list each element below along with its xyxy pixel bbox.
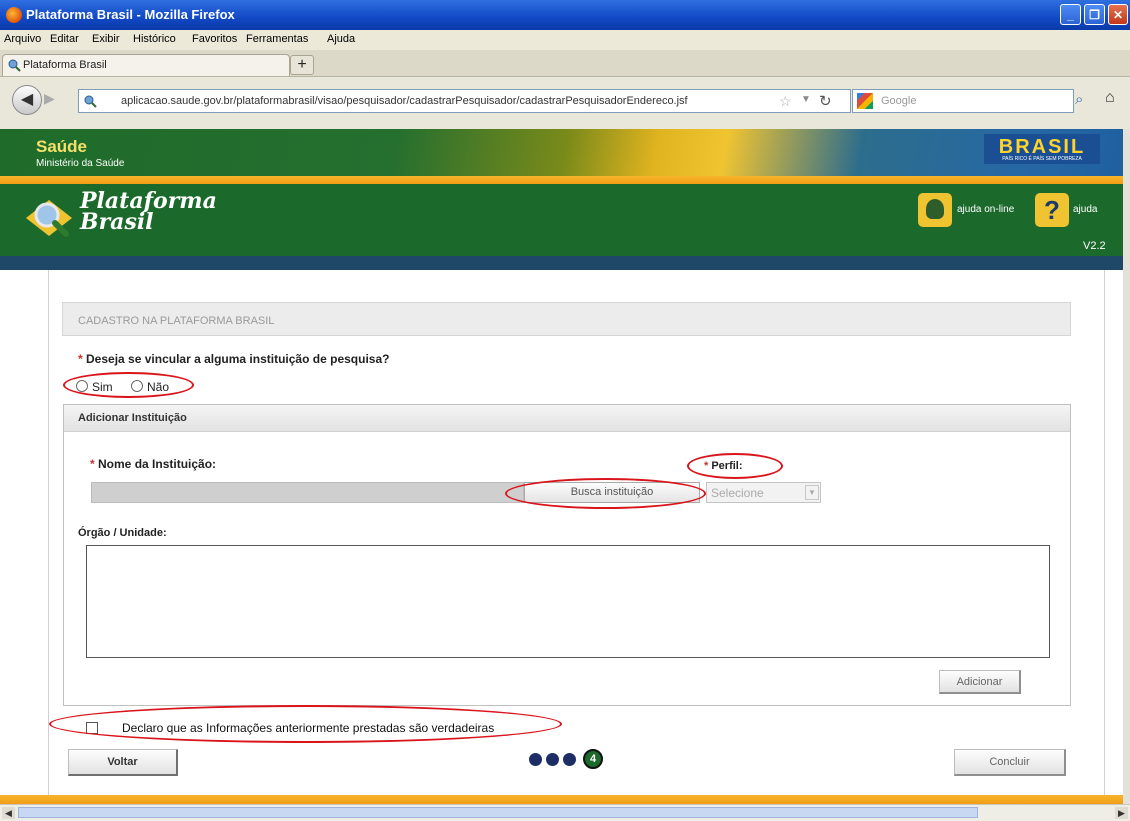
close-button[interactable]: ✕ <box>1108 4 1128 25</box>
help-online-link[interactable]: ajuda on-line <box>918 193 1028 229</box>
annotation-ellipse-busca <box>505 478 706 509</box>
reload-icon[interactable]: ↻ <box>819 92 832 110</box>
search-placeholder: Google <box>881 95 917 107</box>
step-indicator-2 <box>546 753 559 766</box>
menu-historico[interactable]: Histórico <box>133 33 176 45</box>
search-bar[interactable]: Google <box>852 89 1074 113</box>
annotation-ellipse-radio <box>63 372 194 398</box>
saude-subtitle: Ministério da Saúde <box>36 158 125 169</box>
forward-button[interactable]: ▶ <box>44 90 66 110</box>
search-magnifier-icon[interactable]: ⌕ <box>1075 91 1097 111</box>
scroll-thumb[interactable] <box>18 807 978 818</box>
finish-button[interactable]: Concluir <box>954 749 1066 776</box>
menu-ajuda[interactable]: Ajuda <box>327 33 355 45</box>
help-link[interactable]: ? ajuda <box>1035 193 1130 229</box>
institution-name-field[interactable] <box>91 482 524 503</box>
chevron-down-icon[interactable]: ▼ <box>805 485 819 500</box>
header-divider <box>0 176 1130 184</box>
back-arrow-icon: ◀ <box>20 91 34 108</box>
scroll-right-icon[interactable]: ▶ <box>1115 807 1128 819</box>
site-identity-icon[interactable] <box>83 94 97 108</box>
address-url: aplicacao.saude.gov.br/plataformabrasil/… <box>121 95 688 107</box>
annotation-ellipse-declaration <box>49 705 562 743</box>
saude-title: Saúde <box>36 137 88 156</box>
question-mark-icon[interactable]: ? <box>1035 193 1069 227</box>
ministry-banner: Saúde Ministério da Saúde <box>0 129 1130 176</box>
menu-favoritos[interactable]: Favoritos <box>192 33 237 45</box>
page-heading: CADASTRO NA PLATAFORMA BRASIL <box>78 315 275 327</box>
tab-strip: Plataforma Brasil + <box>0 50 1130 77</box>
maximize-button[interactable]: ❐ <box>1084 4 1105 25</box>
address-bar[interactable]: aplicacao.saude.gov.br/plataformabrasil/… <box>78 89 851 113</box>
forward-arrow-icon: ▶ <box>44 90 55 106</box>
panel-title: Adicionar Instituição <box>78 412 187 424</box>
orgao-unidade-textarea[interactable] <box>86 545 1050 658</box>
step-indicator-current: 4 <box>583 749 603 769</box>
version-label: V2.2 <box>1083 240 1106 252</box>
required-marker: * <box>90 457 95 471</box>
header-bottom-bar <box>0 256 1130 270</box>
horizontal-scrollbar[interactable]: ◀ ▶ <box>0 804 1130 821</box>
logo-line-2: Brasil <box>80 209 154 235</box>
vertical-scrollbar[interactable] <box>1123 129 1130 804</box>
window-titlebar: Plataforma Brasil - Mozilla Firefox _ ❐ … <box>0 0 1130 30</box>
page-heading-bar: CADASTRO NA PLATAFORMA BRASIL <box>62 302 1071 336</box>
menu-editar[interactable]: Editar <box>50 33 79 45</box>
panel-header: Adicionar Instituição <box>64 405 1070 432</box>
add-button[interactable]: Adicionar <box>939 670 1021 694</box>
annotation-ellipse-perfil <box>687 453 783 479</box>
help-online-label[interactable]: ajuda on-line <box>957 204 1014 215</box>
site-favicon-icon <box>8 59 21 72</box>
back-button[interactable]: ◀ <box>12 85 42 115</box>
orgao-unidade-label: Órgão / Unidade: <box>78 527 167 539</box>
chat-support-icon[interactable] <box>918 193 952 227</box>
help-label[interactable]: ajuda <box>1073 204 1097 215</box>
menu-ferramentas[interactable]: Ferramentas <box>246 33 308 45</box>
plataforma-brasil-logo: Plataforma Brasil <box>80 190 217 235</box>
tab-plataforma-brasil[interactable]: Plataforma Brasil <box>2 54 290 76</box>
vincular-question: * Deseja se vincular a alguma instituiçã… <box>78 352 389 366</box>
perfil-select[interactable]: Selecione ▼ <box>706 482 821 503</box>
menu-arquivo[interactable]: Arquivo <box>4 33 41 45</box>
tab-label: Plataforma Brasil <box>23 59 107 71</box>
firefox-icon <box>6 7 22 23</box>
minimize-button[interactable]: _ <box>1060 4 1081 25</box>
home-icon[interactable]: ⌂ <box>1105 89 1127 111</box>
history-dropdown-icon[interactable]: ▼ <box>801 94 811 105</box>
navigation-bar: ◀ ▶ aplicacao.saude.gov.br/plataformabra… <box>0 77 1130 129</box>
window-title: Plataforma Brasil - Mozilla Firefox <box>26 7 235 22</box>
required-marker: * <box>78 352 83 366</box>
scroll-left-icon[interactable]: ◀ <box>2 807 15 819</box>
back-form-button[interactable]: Voltar <box>68 749 178 776</box>
bookmark-star-icon[interactable]: ☆ <box>779 93 792 110</box>
menubar: Arquivo Editar Exibir Histórico Favorito… <box>0 30 1130 50</box>
institution-name-label: * Nome da Instituição: <box>90 457 216 471</box>
menu-exibir[interactable]: Exibir <box>92 33 120 45</box>
plataforma-brasil-logo-icon <box>26 200 72 237</box>
brasil-slogan: PAÍS RICO É PAÍS SEM POBREZA <box>1002 156 1082 162</box>
question-text: Deseja se vincular a alguma instituição … <box>86 352 390 366</box>
institution-name-text: Nome da Instituição: <box>98 457 217 471</box>
perfil-selected-value: Selecione <box>711 486 764 500</box>
step-indicator-1 <box>529 753 542 766</box>
footer-bar <box>0 795 1130 804</box>
google-engine-icon[interactable] <box>857 93 873 109</box>
new-tab-button[interactable]: + <box>290 55 314 75</box>
brasil-government-logo: BRASIL PAÍS RICO É PAÍS SEM POBREZA <box>984 134 1100 164</box>
step-indicator-3 <box>563 753 576 766</box>
